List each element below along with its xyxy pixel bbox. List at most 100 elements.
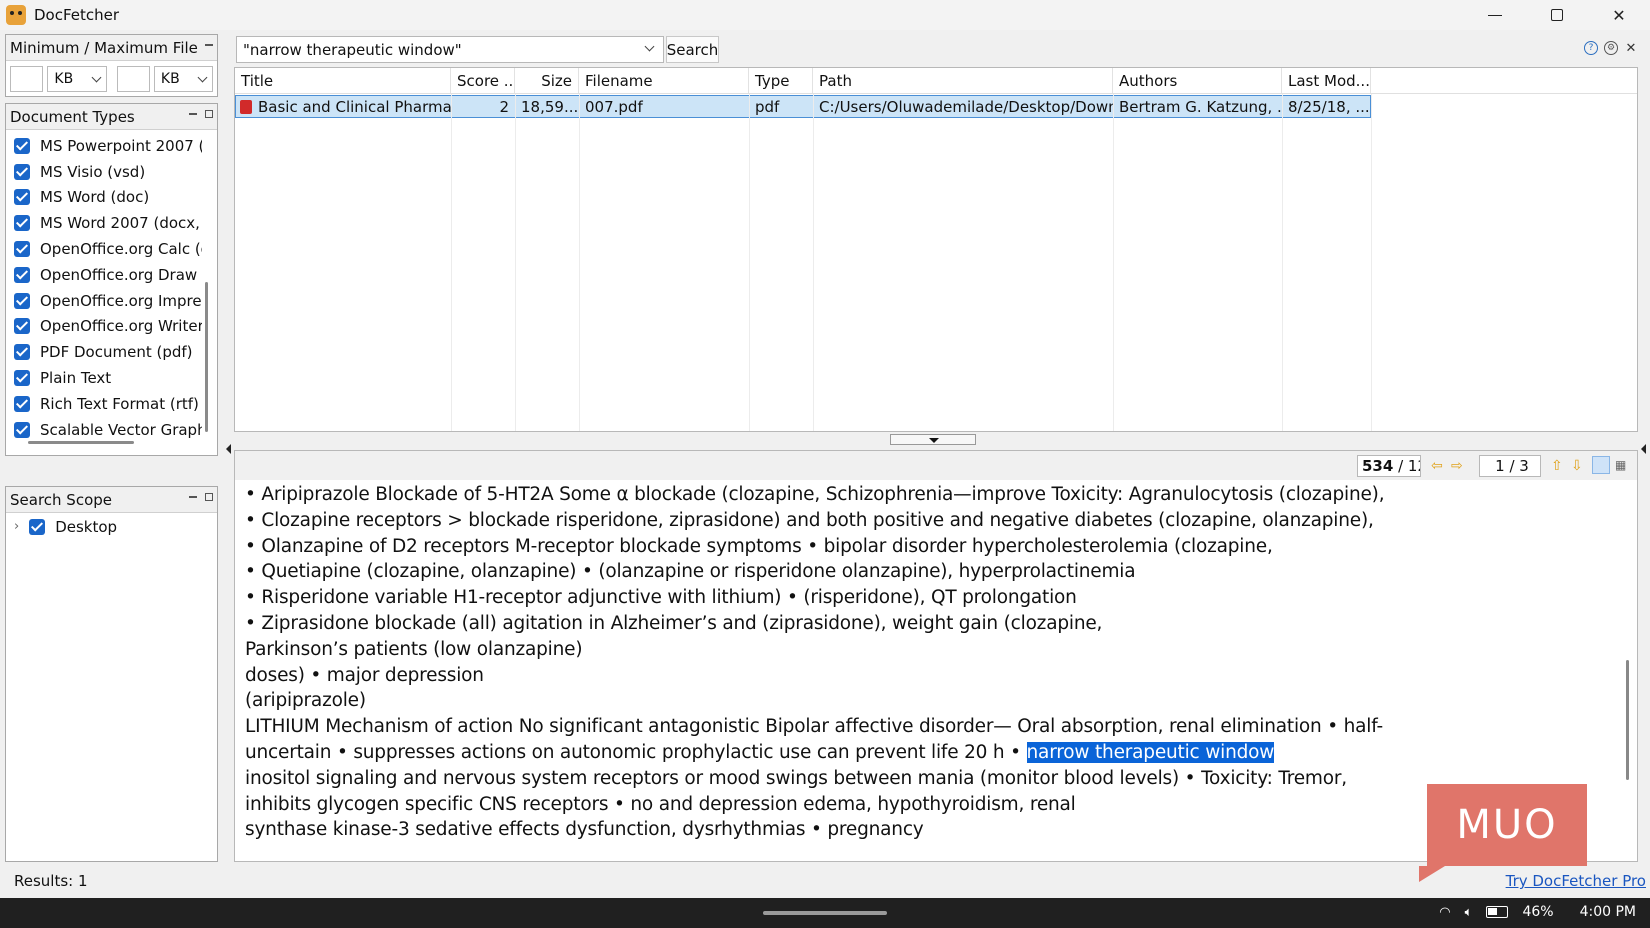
page-current: 534 — [1362, 457, 1394, 475]
doc-type-checkbox[interactable] — [14, 137, 30, 154]
doc-type-checkbox[interactable] — [14, 189, 30, 206]
col-type[interactable]: Type — [749, 68, 813, 93]
doc-type-item[interactable]: OpenOffice.org Calc (ods) — [14, 236, 202, 262]
help-icon[interactable]: ? — [1584, 41, 1598, 55]
min-filesize-input[interactable] — [10, 66, 44, 92]
preview-line: • Quetiapine (clozapine, olanzapine) • (… — [245, 561, 1136, 582]
battery-icon[interactable] — [1486, 906, 1509, 918]
prev-page-icon[interactable]: ⇦ — [1431, 458, 1443, 474]
doc-type-label: OpenOffice.org Calc (ods) — [40, 240, 202, 259]
cell-title: Basic and Clinical Pharmac... — [236, 96, 451, 117]
grid-line — [1371, 94, 1372, 431]
col-filename[interactable]: Filename — [579, 68, 749, 93]
doc-types-hscrollbar[interactable] — [28, 441, 134, 444]
preview-line-text: LITHIUM Mechanism of action No significa… — [245, 716, 1383, 738]
clock[interactable]: 4:00 PM — [1580, 904, 1636, 920]
col-authors[interactable]: Authors — [1113, 68, 1282, 93]
doc-type-item[interactable]: OpenOffice.org Impress (odp) — [14, 288, 202, 314]
col-path[interactable]: Path — [813, 68, 1113, 93]
doc-type-checkbox[interactable] — [14, 266, 30, 283]
wifi-icon[interactable]: ◠ — [1439, 905, 1450, 920]
preview-line-text: doses) • major depression — [245, 664, 484, 686]
view-mode-icon[interactable]: ▦ — [1615, 458, 1626, 472]
search-input[interactable]: "narrow therapeutic window" — [236, 36, 664, 63]
grid-line — [1113, 94, 1114, 431]
pdf-file-icon — [240, 99, 252, 114]
maximize-icon — [1551, 9, 1563, 21]
search-button[interactable]: Search — [666, 36, 719, 63]
doc-type-label: OpenOffice.org Draw (odg) — [40, 265, 202, 284]
doc-type-checkbox[interactable] — [14, 421, 30, 438]
grid-line — [451, 94, 452, 431]
table-row[interactable]: Basic and Clinical Pharmac... 2 18,59...… — [235, 95, 1371, 118]
doc-type-checkbox[interactable] — [14, 215, 30, 232]
panel-maximize-icon[interactable] — [205, 110, 213, 118]
doc-type-item[interactable]: Rich Text Format (rtf) — [14, 391, 202, 417]
doc-type-checkbox[interactable] — [14, 395, 30, 412]
prev-hit-icon[interactable]: ⇧ — [1551, 458, 1563, 474]
next-hit-icon[interactable]: ⇩ — [1571, 458, 1583, 474]
close-button[interactable]: ✕ — [1588, 0, 1650, 30]
preview-scrollbar[interactable] — [1626, 660, 1629, 780]
window-title: DocFetcher — [34, 6, 120, 24]
chevron-down-icon[interactable] — [644, 41, 655, 52]
minimize-button[interactable] — [1464, 0, 1526, 30]
doc-type-item[interactable]: Scalable Vector Graphics (svg) — [14, 417, 202, 443]
min-unit-select[interactable]: KB — [47, 66, 107, 92]
home-handle[interactable] — [763, 911, 887, 915]
doc-type-checkbox[interactable] — [14, 292, 30, 309]
col-title[interactable]: Title — [235, 68, 451, 93]
hit-index-field[interactable]: 1 / 3 — [1479, 455, 1541, 477]
filesize-panel-title: Minimum / Maximum Filesize — [10, 38, 198, 57]
doc-type-checkbox[interactable] — [14, 163, 30, 180]
doc-type-item[interactable]: MS Visio (vsd) — [14, 159, 202, 185]
panel-minimize-icon[interactable] — [189, 113, 197, 115]
cell-type: pdf — [755, 97, 780, 116]
scope-checkbox[interactable] — [29, 518, 46, 535]
scope-item-desktop[interactable]: › Desktop — [6, 514, 194, 540]
collapse-right-icon[interactable] — [1641, 444, 1646, 454]
doc-type-item[interactable]: PDF Document (pdf) — [14, 339, 202, 365]
col-score[interactable]: Score ... — [451, 68, 515, 93]
settings-icon[interactable]: ⚙ — [1604, 41, 1618, 55]
compact-mode-icon[interactable]: ✕ — [1624, 41, 1638, 56]
doc-type-item[interactable]: OpenOffice.org Writer (odt) — [14, 314, 202, 340]
doc-type-checkbox[interactable] — [14, 370, 30, 387]
maximize-button[interactable] — [1526, 0, 1588, 30]
grid-line — [813, 94, 814, 431]
doc-type-item[interactable]: MS Powerpoint 2007 (pptx) — [14, 133, 202, 159]
col-size[interactable]: Size — [515, 68, 579, 93]
document-types-panel: Document Types MS Powerpoint 2007 (pptx)… — [5, 103, 218, 456]
panel-minimize-icon[interactable] — [205, 44, 213, 46]
preview-line-text: inositol signaling and nervous system re… — [245, 767, 1347, 789]
doc-type-item[interactable]: MS Word 2007 (docx, docm) — [14, 210, 202, 236]
collapse-left-icon[interactable] — [226, 444, 231, 454]
next-page-icon[interactable]: ⇨ — [1451, 458, 1463, 474]
highlight-toggle-icon[interactable] — [1592, 456, 1610, 474]
doc-type-checkbox[interactable] — [14, 318, 30, 335]
hit-index: 1 / 3 — [1495, 457, 1529, 475]
volume-icon[interactable]: 🔈︎ — [1465, 905, 1473, 920]
minimize-icon — [1488, 14, 1502, 16]
doc-types-scrollbar[interactable] — [205, 282, 208, 432]
doc-type-checkbox[interactable] — [14, 344, 30, 361]
doc-type-checkbox[interactable] — [14, 241, 30, 258]
max-unit-select[interactable]: KB — [153, 66, 213, 92]
document-types-header: Document Types — [6, 104, 217, 130]
grid-line — [515, 94, 516, 431]
panel-minimize-icon[interactable] — [189, 496, 197, 498]
max-filesize-input[interactable] — [116, 66, 150, 92]
doc-type-item[interactable]: Plain Text — [14, 365, 202, 391]
preview-line: synthase kinase-3 sedative effects dysfu… — [245, 819, 924, 840]
doc-type-item[interactable]: OpenOffice.org Draw (odg) — [14, 262, 202, 288]
page-number-field[interactable]: 534 / 124 — [1357, 455, 1421, 477]
doc-type-label: OpenOffice.org Impress (odp) — [40, 291, 202, 310]
panel-maximize-icon[interactable] — [205, 493, 213, 501]
try-pro-link[interactable]: Try DocFetcher Pro — [1506, 872, 1646, 890]
chevron-right-icon[interactable]: › — [14, 519, 19, 534]
preview-line: • Ziprasidone blockade (all) agitation i… — [245, 613, 1102, 634]
cell-size: 18,59... — [521, 97, 579, 116]
col-last-modified[interactable]: Last Mod... — [1282, 68, 1371, 93]
split-handle[interactable] — [890, 434, 976, 445]
doc-type-item[interactable]: MS Word (doc) — [14, 185, 202, 211]
